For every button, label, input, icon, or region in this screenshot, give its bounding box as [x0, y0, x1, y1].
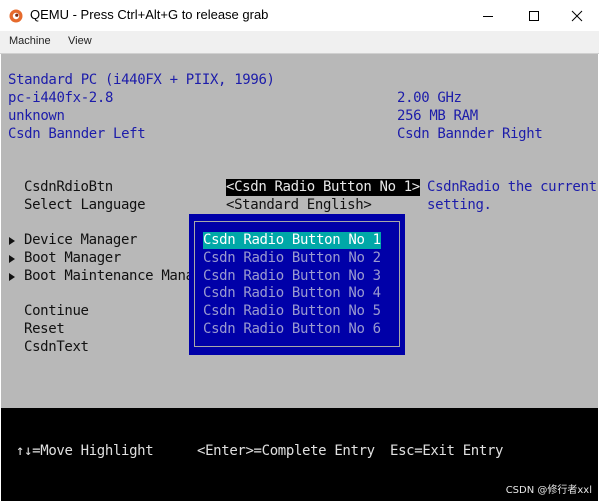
minimize-icon: [483, 15, 493, 17]
menu-csdn-text[interactable]: CsdnText: [24, 339, 89, 356]
machine-serial: unknown: [8, 108, 65, 124]
radio-option-2[interactable]: Csdn Radio Button No 2: [203, 250, 381, 267]
banner-left: Csdn Bannder Left: [8, 126, 146, 142]
radio-option-5[interactable]: Csdn Radio Button No 5: [203, 303, 381, 320]
help-text-line2: setting.: [427, 197, 492, 213]
radio-options-popup: Csdn Radio Button No 1 Csdn Radio Button…: [189, 214, 405, 355]
minimize-button[interactable]: [466, 0, 510, 31]
close-icon: [571, 10, 583, 21]
menu-boot-maintenance-manager[interactable]: Boot Maintenance Manag: [24, 268, 202, 285]
menu-reset[interactable]: Reset: [24, 321, 65, 338]
submenu-arrow-icon: [9, 255, 15, 263]
machine-type: Standard PC (i440FX + PIIX, 1996): [8, 72, 275, 88]
menu-machine[interactable]: Machine: [9, 35, 51, 47]
radio-option-6[interactable]: Csdn Radio Button No 6: [203, 321, 381, 338]
bios-screen: Standard PC (i440FX + PIIX, 1996) pc-i44…: [1, 54, 598, 501]
hotkey-move: ↑↓=Move Highlight: [16, 443, 154, 459]
submenu-arrow-icon: [9, 237, 15, 245]
menu-boot-manager[interactable]: Boot Manager: [24, 250, 121, 267]
close-button[interactable]: [555, 0, 599, 31]
menu-device-manager[interactable]: Device Manager: [24, 232, 137, 249]
csdn-watermark: CSDN @修行者xxl: [505, 485, 592, 496]
radio-option-3[interactable]: Csdn Radio Button No 3: [203, 268, 381, 285]
maximize-icon: [529, 10, 539, 21]
language-label: Select Language: [24, 197, 146, 213]
menu-continue[interactable]: Continue: [24, 303, 89, 320]
menu-view[interactable]: View: [68, 35, 92, 47]
ram-size: 256 MB RAM: [397, 108, 478, 124]
cpu-speed: 2.00 GHz: [397, 90, 462, 106]
radio-value[interactable]: <Csdn Radio Button No 1>: [226, 179, 420, 196]
help-text-line1: CsdnRadio the current: [427, 179, 597, 195]
qemu-logo-icon: [9, 9, 23, 23]
hotkey-esc: Esc=Exit Entry: [390, 443, 504, 459]
title-bar: QEMU - Press Ctrl+Alt+G to release grab: [0, 0, 599, 31]
language-value[interactable]: <Standard English>: [226, 197, 372, 214]
hotkey-enter: <Enter>=Complete Entry: [197, 443, 375, 459]
window-title: QEMU - Press Ctrl+Alt+G to release grab: [30, 7, 269, 22]
submenu-arrow-icon: [9, 273, 15, 281]
radio-option-1[interactable]: Csdn Radio Button No 1: [203, 232, 381, 249]
machine-version: pc-i440fx-2.8: [8, 90, 114, 106]
banner-right: Csdn Bannder Right: [397, 126, 543, 142]
maximize-button[interactable]: [512, 0, 556, 31]
radio-option-4[interactable]: Csdn Radio Button No 4: [203, 285, 381, 302]
radio-label: CsdnRdioBtn: [24, 179, 113, 195]
menu-bar: Machine View: [0, 31, 599, 54]
